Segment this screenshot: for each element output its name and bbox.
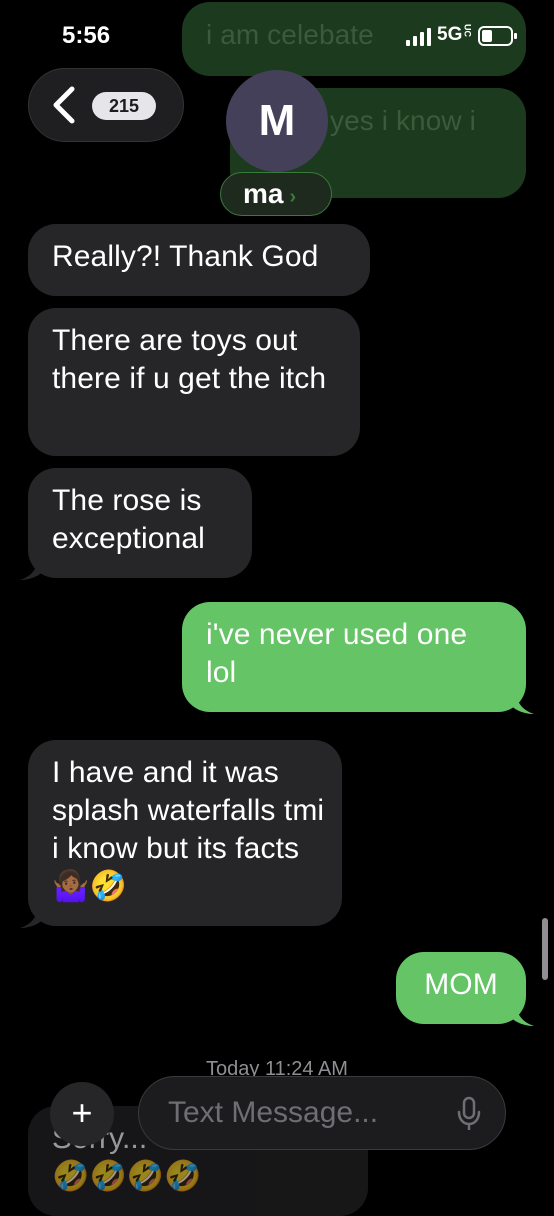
network-label: 5GUC (437, 24, 473, 46)
message-bubble-outgoing[interactable]: i've never used one lol (182, 602, 534, 714)
ghost-message-1-text: i am celebate (206, 19, 374, 50)
message-text: i've never used one lol (206, 618, 468, 689)
message-bubble-incoming[interactable]: Really?! Thank God (28, 224, 370, 296)
status-time: 5:56 (62, 22, 111, 49)
message-bubble-incoming[interactable]: I have and it was splash waterfalls tmi … (20, 740, 342, 928)
contact-avatar[interactable]: M (226, 70, 328, 172)
message-emoji: 🤣🤣🤣🤣 (52, 1160, 202, 1193)
microphone-icon[interactable] (456, 1096, 482, 1132)
network-sub: UC (462, 24, 473, 37)
add-attachment-button[interactable]: + (50, 1082, 114, 1146)
chevron-right-icon: › (289, 186, 297, 208)
message-text: There are toys out there if u get the it… (52, 324, 327, 395)
bubble-tail (20, 556, 44, 580)
unread-count-badge: 215 (92, 92, 156, 120)
message-bubble-incoming[interactable]: The rose is exceptional (20, 468, 252, 580)
message-bubble-outgoing[interactable]: MOM (396, 952, 534, 1026)
bubble-tail (20, 904, 44, 928)
plus-icon: + (71, 1092, 93, 1133)
battery-icon (478, 25, 518, 47)
scrollbar[interactable] (542, 918, 548, 980)
bubble-tail (510, 1002, 534, 1026)
contact-name: ma (243, 178, 284, 209)
message-text: MOM (424, 968, 498, 1001)
message-text: I have and it was splash waterfalls tmi … (52, 756, 325, 903)
bubble-tail (510, 690, 534, 714)
signal-icon (406, 28, 432, 46)
contact-name-button[interactable]: ma › (220, 172, 332, 216)
message-input-placeholder: Text Message... (168, 1096, 379, 1129)
network-type: 5G (437, 24, 463, 45)
message-text: Really?! Thank God (52, 240, 319, 273)
message-text: The rose is exceptional (52, 484, 205, 555)
chevron-left-icon (50, 86, 78, 124)
message-bubble-incoming[interactable]: There are toys out there if u get the it… (28, 308, 360, 456)
ghost-message-1: i am celebate (182, 2, 526, 76)
ghost-message-2-text: yes i know i (330, 105, 476, 136)
